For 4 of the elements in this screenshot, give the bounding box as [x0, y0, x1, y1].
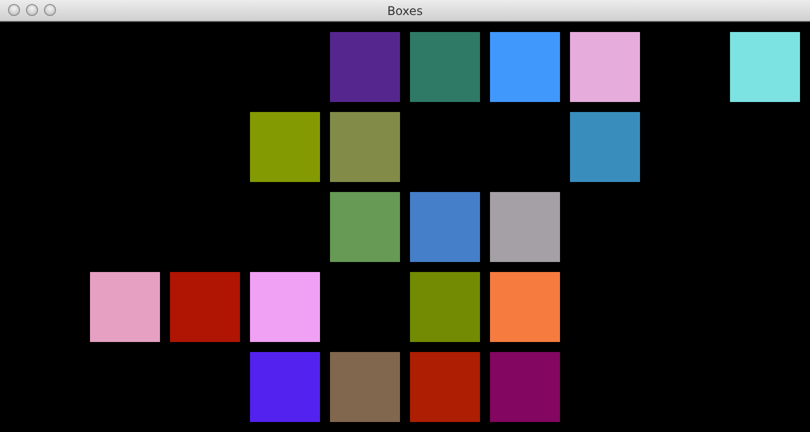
zoom-button[interactable]: [44, 4, 56, 16]
close-button[interactable]: [8, 4, 20, 16]
window-title: Boxes: [387, 4, 423, 18]
minimize-button[interactable]: [26, 4, 38, 16]
